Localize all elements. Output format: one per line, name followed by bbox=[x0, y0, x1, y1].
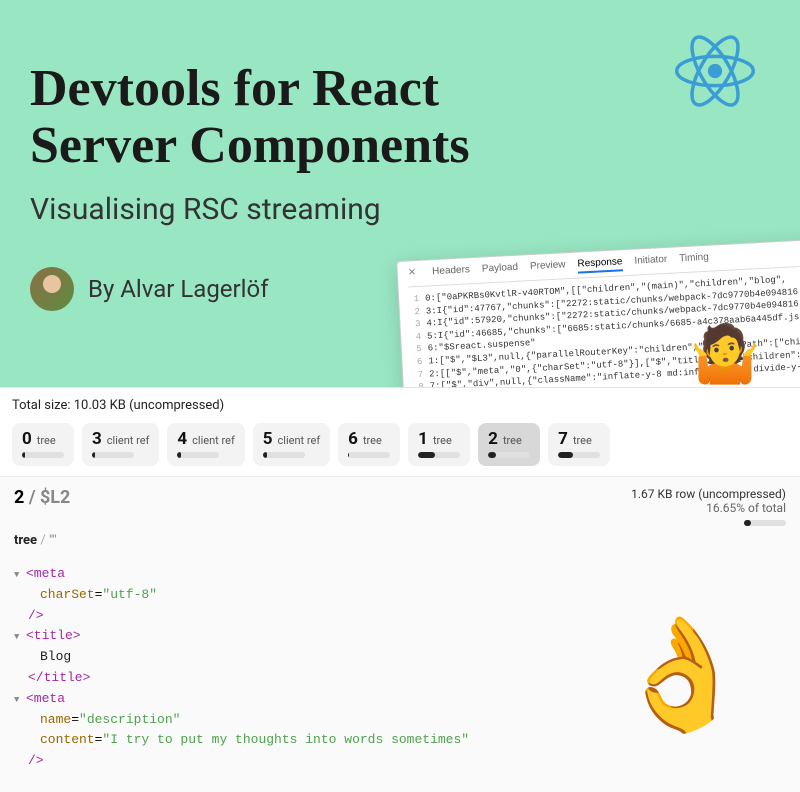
chunk-tab-5[interactable]: 5client ref bbox=[253, 423, 330, 466]
devtools-tab-response[interactable]: Response bbox=[577, 256, 623, 273]
hero-banner: Devtools for React Server Components Vis… bbox=[0, 0, 800, 387]
devtools-tab-payload[interactable]: Payload bbox=[482, 261, 519, 278]
detail-size-bar bbox=[744, 520, 786, 526]
detail-id: 2 / $L2 bbox=[14, 487, 70, 529]
react-logo-icon bbox=[675, 35, 755, 111]
chunk-tab-7[interactable]: 7tree bbox=[548, 423, 610, 466]
chunk-tabs: 0tree3client ref4client ref5client ref6t… bbox=[0, 419, 800, 476]
chunk-tab-3[interactable]: 3client ref bbox=[82, 423, 159, 466]
breadcrumb: tree / "" bbox=[0, 531, 800, 558]
ok-hand-emoji-icon: 👌 bbox=[613, 596, 750, 772]
devtools-tab-headers[interactable]: Headers bbox=[432, 264, 471, 281]
chunk-tab-4[interactable]: 4client ref bbox=[167, 423, 244, 466]
avatar bbox=[30, 267, 74, 311]
shrug-emoji-icon: 🤷 bbox=[690, 321, 760, 387]
page-title: Devtools for React Server Components bbox=[30, 60, 590, 174]
close-icon[interactable]: ✕ bbox=[408, 267, 417, 282]
devtools-tab-timing[interactable]: Timing bbox=[679, 251, 709, 268]
chevron-down-icon[interactable]: ▼ bbox=[14, 630, 26, 644]
chunk-tab-6[interactable]: 6tree bbox=[338, 423, 400, 466]
chunk-tab-0[interactable]: 0tree bbox=[12, 423, 74, 466]
page-subtitle: Visualising RSC streaming bbox=[30, 192, 770, 227]
author-byline: By Alvar Lagerlöf bbox=[88, 275, 269, 303]
code-tree-view: ▼<meta charSet="utf-8" /> ▼<title> Blog … bbox=[0, 558, 800, 792]
chunk-tab-2[interactable]: 2tree bbox=[478, 423, 540, 466]
chevron-down-icon[interactable]: ▼ bbox=[14, 693, 26, 707]
detail-stats: 1.67 KB row (uncompressed) 16.65% of tot… bbox=[631, 487, 786, 529]
chunk-tab-1[interactable]: 1tree bbox=[408, 423, 470, 466]
devtools-tab-initiator[interactable]: Initiator bbox=[634, 254, 668, 271]
chevron-down-icon[interactable]: ▼ bbox=[14, 568, 26, 582]
detail-header: 2 / $L2 1.67 KB row (uncompressed) 16.65… bbox=[0, 476, 800, 531]
devtools-tab-preview[interactable]: Preview bbox=[530, 259, 566, 276]
total-size-label: Total size: 10.03 KB (uncompressed) bbox=[0, 387, 800, 419]
